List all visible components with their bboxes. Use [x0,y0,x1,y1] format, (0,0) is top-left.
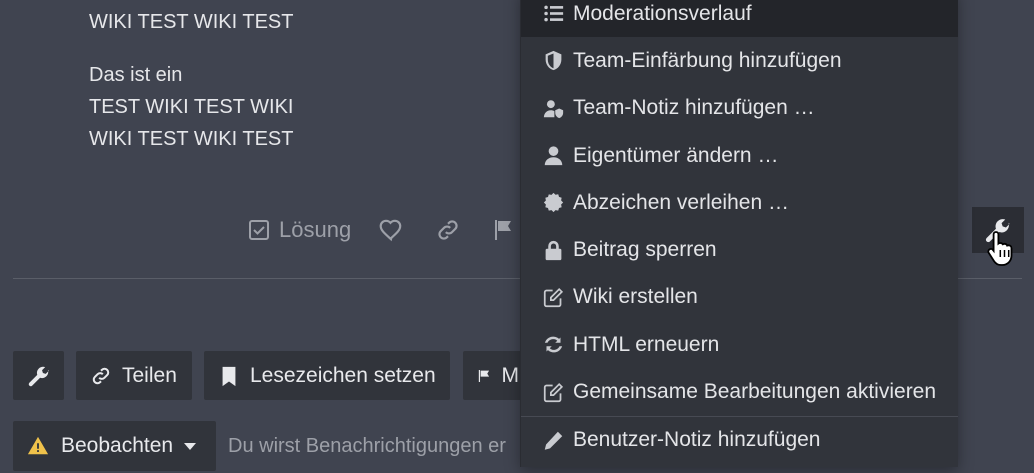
post-line: WIKI TEST WIKI TEST [89,11,294,33]
watch-label: Beobachten [61,434,174,457]
checkbox-icon [249,220,269,240]
edit-icon [541,285,565,309]
menu-item-user-note[interactable]: Benutzer-Notiz hinzufügen [521,417,958,464]
menu-item-label: Benutzer-Notiz hinzufügen [573,428,821,452]
list-icon [541,2,565,26]
post-body: WIKI TEST WIKI TEST Das ist ein TEST WIK… [89,6,293,176]
menu-item-moderation-history[interactable]: Moderationsverlauf [521,0,958,38]
menu-item-label: Abzeichen verleihen … [573,190,789,214]
admin-wrench-button[interactable] [972,207,1024,253]
solution-button[interactable]: Lösung [240,206,358,254]
menu-item-rebake-html[interactable]: HTML erneuern [521,321,958,368]
bookmark-label: Lesezeichen setzen [250,363,436,387]
flag-icon [495,220,512,240]
copy-link-button[interactable] [433,206,463,254]
shield-icon [541,49,565,73]
menu-item-label: HTML erneuern [573,332,720,356]
post-line: WIKI TEST WIKI TEST [89,128,294,150]
menu-item-label: Moderationsverlauf [573,1,752,25]
menu-item-label: Eigentümer ändern … [573,143,779,167]
bookmark-button[interactable]: Lesezeichen setzen [204,351,450,400]
menu-item-shared-edits[interactable]: Gemeinsame Bearbeitungen aktivieren [521,368,958,415]
topic-admin-button[interactable] [13,351,64,400]
menu-item-label: Team-Notiz hinzufügen … [573,96,815,120]
share-label: Teilen [122,363,177,387]
user-shield-icon [541,96,565,120]
flag-icon [478,369,490,382]
post-actions: Lösung [240,206,515,254]
flag-topic-label: M [501,363,520,387]
link-icon [438,220,458,240]
heart-icon [379,219,402,242]
sync-icon [541,333,565,357]
post-line: TEST WIKI TEST WIKI [89,96,294,118]
certificate-icon [541,191,565,215]
user-icon [541,144,565,168]
pencil-icon [541,428,565,452]
menu-item-make-wiki[interactable]: Wiki erstellen [521,274,958,321]
menu-item-label: Beitrag sperren [573,238,717,262]
solution-label: Lösung [279,217,352,242]
menu-item-change-owner[interactable]: Eigentümer ändern … [521,132,958,179]
admin-menu: Moderationsverlauf Team-Einfärbung hinzu… [520,0,958,467]
warning-icon [27,436,49,455]
menu-item-lock-post[interactable]: Beitrag sperren [521,226,958,273]
menu-item-label: Gemeinsame Bearbeitungen aktivieren [573,380,937,404]
menu-item-grant-badge[interactable]: Abzeichen verleihen … [521,179,958,226]
wrench-icon [28,366,49,386]
post-line: Das ist ein [89,64,183,86]
share-button[interactable]: Teilen [76,351,192,400]
lock-icon [541,238,565,262]
flag-button[interactable] [491,206,515,254]
menu-item-label: Team-Einfärbung hinzufügen [573,48,842,72]
menu-item-team-color[interactable]: Team-Einfärbung hinzufügen [521,37,958,84]
watch-dropdown[interactable]: Beobachten [13,421,216,471]
link-icon [92,367,110,384]
caret-down-icon [184,443,197,450]
edit-icon [541,380,565,404]
notification-text: Du wirst Benachrichtigungen er [228,434,506,457]
wrench-icon [985,219,1010,243]
menu-item-label: Wiki erstellen [573,285,698,309]
bookmark-icon [222,366,236,386]
menu-item-team-note[interactable]: Team-Notiz hinzufügen … [521,85,958,132]
like-button[interactable] [376,206,406,254]
